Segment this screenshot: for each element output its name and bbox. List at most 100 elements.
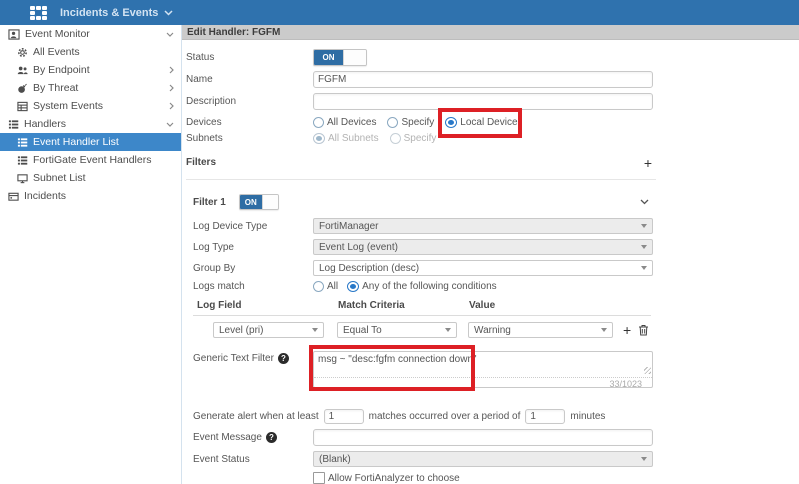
dropdown-caret-icon bbox=[641, 457, 647, 461]
main-content: Edit Handler: FGFM Status ON Name Descri… bbox=[182, 25, 799, 484]
help-icon[interactable]: ? bbox=[266, 432, 277, 443]
sidebar-item-label: Handlers bbox=[24, 118, 66, 130]
dropdown-caret-icon bbox=[312, 328, 318, 332]
sidebar-item-event-handler-list[interactable]: Event Handler List bbox=[0, 133, 181, 151]
status-toggle[interactable]: ON bbox=[313, 49, 367, 66]
toggle-knob bbox=[262, 195, 278, 209]
sidebar-item-label: Event Monitor bbox=[25, 28, 90, 40]
event-status-select[interactable]: (Blank) bbox=[313, 451, 653, 467]
radio-selected-icon bbox=[445, 117, 457, 128]
char-counter: 33/1023 bbox=[314, 377, 652, 390]
collapse-filter-chevron-icon[interactable] bbox=[640, 199, 649, 205]
sidebar-item-fortigate-event-handlers[interactable]: FortiGate Event Handlers bbox=[0, 151, 181, 169]
people-icon bbox=[17, 65, 28, 76]
checkbox-icon bbox=[313, 472, 325, 484]
generic-text-filter-textarea[interactable]: msg ~ "desc:fgfm connection down" bbox=[314, 352, 652, 374]
filter1-header: Filter 1 ON bbox=[193, 194, 649, 210]
sidebar-item-by-threat[interactable]: By Threat bbox=[0, 79, 181, 97]
chevron-down-icon bbox=[166, 122, 174, 127]
toggle-on-label: ON bbox=[240, 195, 262, 209]
table-icon bbox=[17, 101, 28, 112]
chevron-right-icon bbox=[169, 84, 174, 92]
devices-row: Devices All Devices Specify Local Device bbox=[186, 117, 799, 128]
radio-disabled-icon bbox=[390, 133, 401, 144]
delete-condition-icon[interactable] bbox=[638, 324, 649, 336]
chevron-down-icon bbox=[166, 32, 174, 37]
sidebar-item-label: By Threat bbox=[33, 82, 78, 94]
sidebar-item-event-monitor[interactable]: Event Monitor bbox=[0, 25, 181, 43]
radio-all-devices[interactable]: All Devices bbox=[313, 117, 376, 128]
filter1-toggle[interactable]: ON bbox=[239, 194, 279, 210]
filter1-label: Filter 1 bbox=[193, 197, 226, 208]
alert-count-input[interactable] bbox=[324, 409, 364, 424]
sidebar-item-subnet-list[interactable]: Subnet List bbox=[0, 169, 181, 187]
dropdown-caret-icon bbox=[601, 328, 607, 332]
radio-icon bbox=[387, 117, 398, 128]
sidebar-item-by-endpoint[interactable]: By Endpoint bbox=[0, 61, 181, 79]
resize-handle[interactable] bbox=[644, 367, 651, 374]
status-row: Status ON bbox=[186, 49, 799, 66]
subnets-label: Subnets bbox=[186, 133, 313, 144]
event-monitor-icon bbox=[8, 29, 20, 40]
radio-local-device[interactable]: Local Device bbox=[445, 117, 517, 128]
conditions-table: Log Field Match Criteria Value Level (pr… bbox=[193, 300, 653, 338]
list-icon bbox=[17, 155, 28, 166]
sidebar-item-handlers[interactable]: Handlers bbox=[0, 115, 181, 133]
log-device-type-select[interactable]: FortiManager bbox=[313, 218, 653, 234]
group-by-label: Group By bbox=[193, 263, 313, 274]
app-title: Incidents & Events bbox=[60, 7, 158, 19]
sidebar-item-label: Event Handler List bbox=[33, 136, 119, 148]
radio-disabled-selected-icon bbox=[313, 133, 325, 144]
log-field-header: Log Field bbox=[197, 300, 338, 311]
event-message-row: Event Message ? bbox=[193, 429, 799, 446]
alert-period-input[interactable] bbox=[525, 409, 565, 424]
sidebar-item-incidents[interactable]: Incidents bbox=[0, 187, 181, 205]
match-criteria-select[interactable]: Equal To bbox=[337, 322, 457, 338]
match-criteria-header: Match Criteria bbox=[338, 300, 469, 311]
fortinet-grid-logo-icon bbox=[30, 6, 47, 20]
name-input[interactable] bbox=[313, 71, 653, 88]
add-filter-button[interactable]: + bbox=[644, 158, 652, 168]
value-select[interactable]: Warning bbox=[468, 322, 613, 338]
generic-text-filter-box: msg ~ "desc:fgfm connection down" 33/102… bbox=[313, 351, 653, 388]
log-type-select[interactable]: Event Log (event) bbox=[313, 239, 653, 255]
chevron-right-icon bbox=[169, 66, 174, 74]
gear-icon bbox=[17, 47, 28, 58]
allow-fortianalyzer-checkbox[interactable]: Allow FortiAnalyzer to choose bbox=[313, 472, 460, 484]
event-status-label: Event Status bbox=[193, 454, 313, 465]
event-message-label: Event Message ? bbox=[193, 432, 313, 443]
sidebar-item-all-events[interactable]: All Events bbox=[0, 43, 181, 61]
event-message-input[interactable] bbox=[313, 429, 653, 446]
filter1-block: Filter 1 ON Log Device Type FortiManager… bbox=[193, 194, 799, 484]
app-switcher-button[interactable]: Incidents & Events bbox=[60, 7, 173, 19]
status-label: Status bbox=[186, 52, 313, 63]
help-icon[interactable]: ? bbox=[278, 353, 289, 364]
dropdown-caret-icon bbox=[445, 328, 451, 332]
sidebar-item-label: Incidents bbox=[24, 190, 66, 202]
log-field-select[interactable]: Level (pri) bbox=[213, 322, 324, 338]
name-label: Name bbox=[186, 74, 313, 85]
logs-match-row: Logs match All Any of the following cond… bbox=[193, 281, 799, 292]
chevron-down-icon bbox=[164, 10, 173, 16]
value-header: Value bbox=[469, 300, 495, 311]
radio-specify-devices[interactable]: Specify bbox=[387, 117, 434, 128]
sidebar-item-system-events[interactable]: System Events bbox=[0, 97, 181, 115]
add-condition-button[interactable]: + bbox=[623, 325, 631, 335]
filters-heading: Filters bbox=[186, 157, 216, 168]
generate-alert-row: Generate alert when at least matches occ… bbox=[193, 409, 799, 424]
radio-specify-subnets: Specify bbox=[390, 133, 437, 144]
sidebar-item-label: All Events bbox=[33, 46, 80, 58]
log-type-row: Log Type Event Log (event) bbox=[193, 239, 799, 255]
radio-logs-match-all[interactable]: All bbox=[313, 281, 338, 292]
bomb-icon bbox=[17, 83, 28, 94]
radio-logs-match-any[interactable]: Any of the following conditions bbox=[347, 281, 497, 292]
description-row: Description bbox=[186, 93, 799, 110]
event-status-row: Event Status (Blank) bbox=[193, 451, 799, 467]
log-device-type-row: Log Device Type FortiManager bbox=[193, 218, 799, 234]
group-by-select[interactable]: Log Description (desc) bbox=[313, 260, 653, 276]
dropdown-caret-icon bbox=[641, 245, 647, 249]
card-icon bbox=[8, 191, 19, 202]
description-input[interactable] bbox=[313, 93, 653, 110]
radio-icon bbox=[313, 281, 324, 292]
top-app-bar: Incidents & Events bbox=[0, 0, 799, 25]
